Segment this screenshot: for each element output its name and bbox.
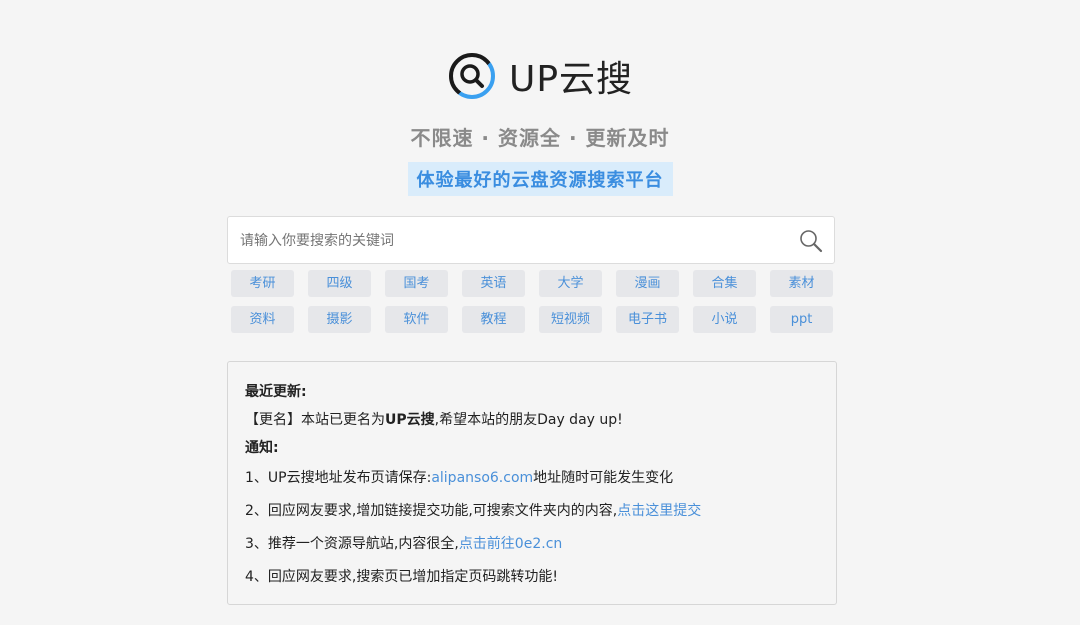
- search-icon: [448, 53, 495, 99]
- submit-link[interactable]: 点击这里提交: [617, 503, 701, 519]
- slogan: 不限速 · 资源全 · 更新及时: [410, 126, 670, 150]
- tag-ppt[interactable]: ppt: [770, 306, 833, 333]
- search-bar: [227, 216, 835, 265]
- tag-materials[interactable]: 素材: [770, 270, 833, 297]
- tag-guokao[interactable]: 国考: [385, 270, 448, 297]
- address-link[interactable]: alipanso6.com: [431, 470, 533, 486]
- search-input[interactable]: [238, 217, 782, 265]
- tag-software[interactable]: 软件: [385, 306, 448, 333]
- tag-kaoyan[interactable]: 考研: [231, 270, 294, 297]
- notify-title: 通知:: [245, 440, 279, 456]
- tag-university[interactable]: 大学: [539, 270, 602, 297]
- tag-short-video[interactable]: 短视频: [539, 306, 602, 333]
- nav-site-link[interactable]: 点击前往0e2.cn: [459, 536, 562, 552]
- notice-item-1: 1、UP云搜地址发布页请保存:alipanso6.com地址随时可能发生变化: [245, 470, 674, 486]
- rename-notice: 【更名】本站已更名为UP云搜,希望本站的朋友Day day up!: [245, 412, 623, 428]
- tag-cet4[interactable]: 四级: [308, 270, 371, 297]
- site-logo[interactable]: UP云搜: [0, 50, 1080, 102]
- tag-english[interactable]: 英语: [462, 270, 525, 297]
- notice-item-2: 2、回应网友要求,增加链接提交功能,可搜索文件夹内的内容,点击这里提交: [245, 503, 702, 519]
- tag-tutorials[interactable]: 教程: [462, 306, 525, 333]
- new-site-name: UP云搜: [385, 412, 435, 428]
- search-icon[interactable]: [798, 228, 824, 254]
- notice-panel: 最近更新: 【更名】本站已更名为UP云搜,希望本站的朋友Day day up! …: [227, 361, 837, 605]
- notice-item-3: 3、推荐一个资源导航站,内容很全,点击前往0e2.cn: [245, 536, 563, 552]
- hot-tags: 考研 四级 国考 英语 大学 漫画 合集 素材 资料 摄影 软件 教程 短视频 …: [231, 270, 835, 333]
- tag-photography[interactable]: 摄影: [308, 306, 371, 333]
- tag-ebook[interactable]: 电子书: [616, 306, 679, 333]
- tag-comics[interactable]: 漫画: [616, 270, 679, 297]
- tag-documents[interactable]: 资料: [231, 306, 294, 333]
- site-name: UP云搜: [508, 59, 634, 100]
- tag-collection[interactable]: 合集: [693, 270, 756, 297]
- tag-novel[interactable]: 小说: [693, 306, 756, 333]
- notice-title: 最近更新:: [245, 384, 307, 400]
- tagline: 体验最好的云盘资源搜索平台: [407, 162, 673, 196]
- notice-item-4: 4、回应网友要求,搜索页已增加指定页码跳转功能!: [245, 569, 558, 585]
